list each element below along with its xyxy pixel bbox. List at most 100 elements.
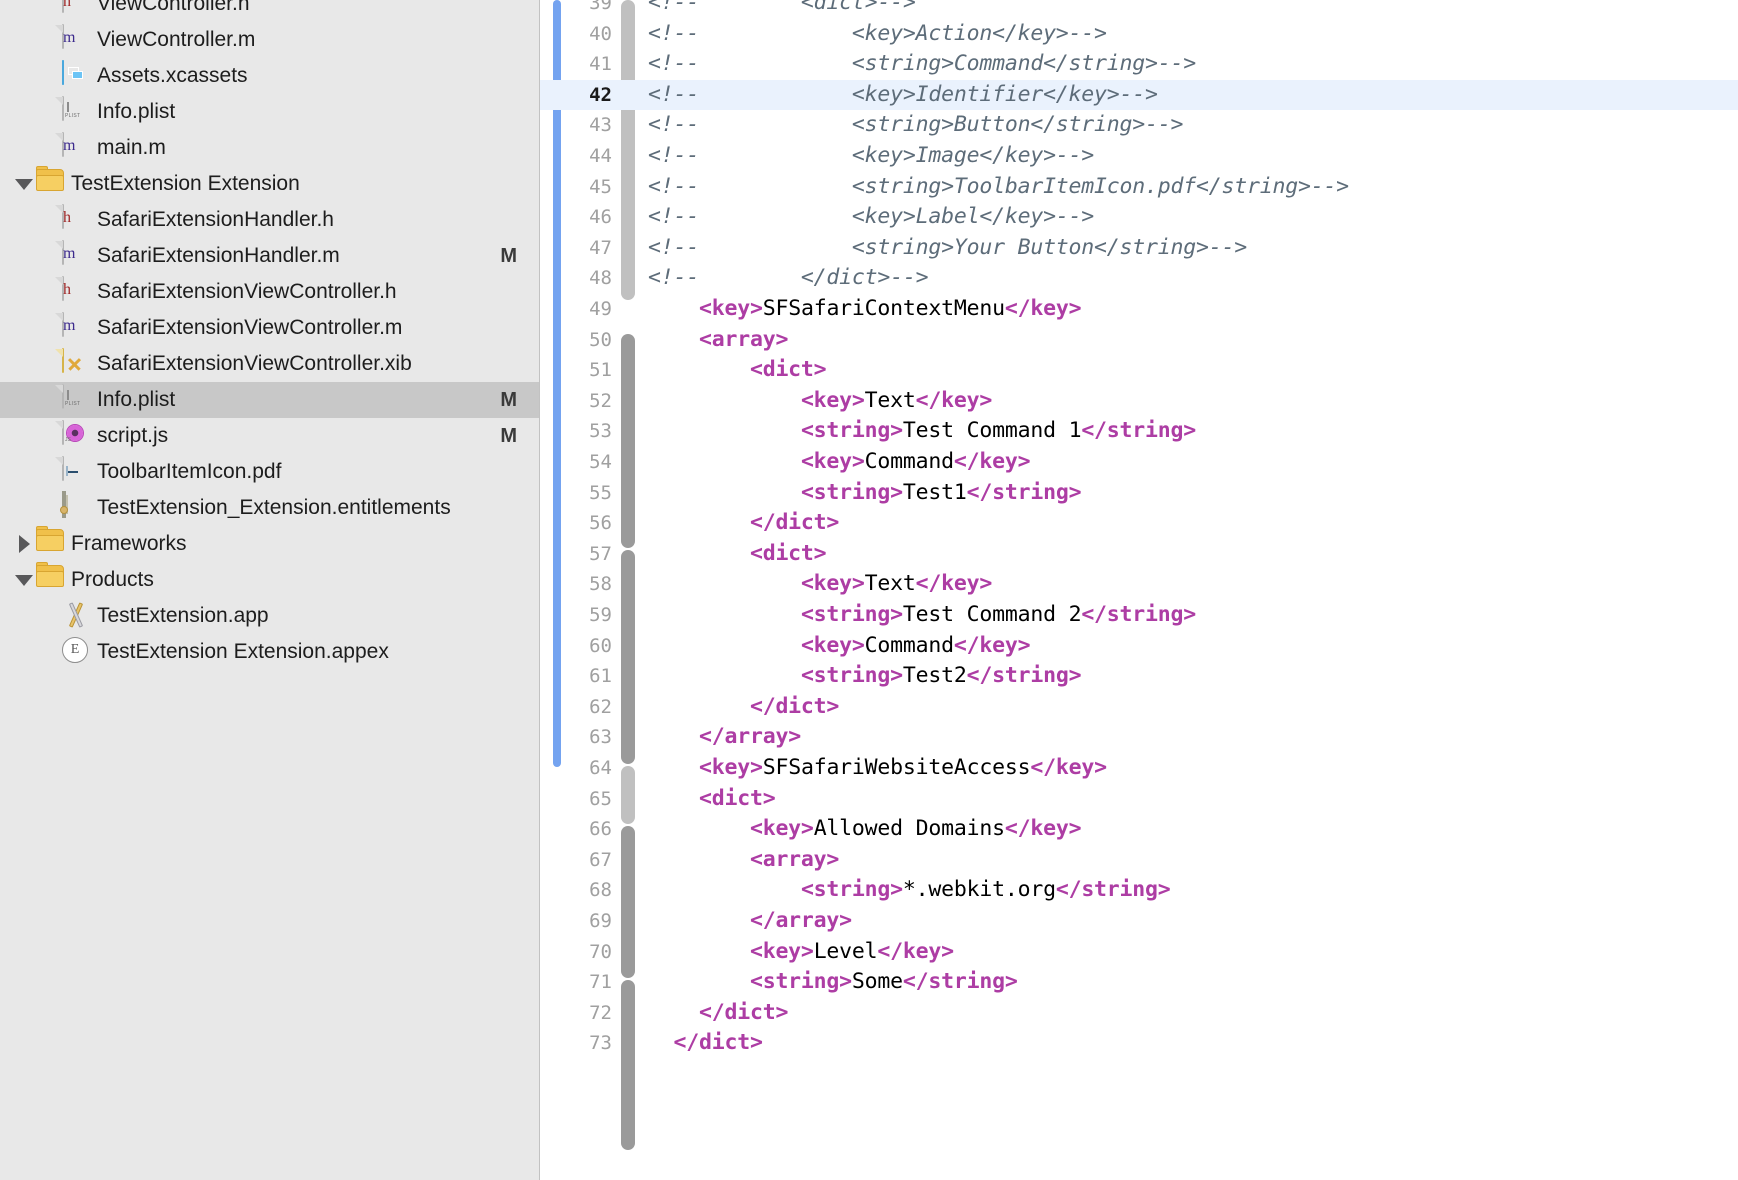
code-line[interactable]: 67 <array> (540, 845, 1738, 876)
disclosure-triangle-closed-icon[interactable] (12, 524, 36, 564)
code-line-text[interactable]: <string>Test Command 1</string> (648, 416, 1738, 447)
code-line-text[interactable]: <string>Test Command 2</string> (648, 600, 1738, 631)
code-line[interactable]: 70 <key>Level</key> (540, 937, 1738, 968)
code-line[interactable]: 68 <string>*.webkit.org</string> (540, 875, 1738, 906)
code-line-text[interactable]: <!-- <key>Label</key>--> (648, 202, 1738, 233)
code-line-text[interactable]: <!-- <string>ToolbarItemIcon.pdf</string… (648, 172, 1738, 203)
code-line-text[interactable]: <key>SFSafariContextMenu</key> (648, 294, 1738, 325)
navigator-item[interactable]: hSafariExtensionViewController.h (0, 274, 539, 310)
code-line[interactable]: 51 <dict> (540, 355, 1738, 386)
code-line[interactable]: 40<!-- <key>Action</key>--> (540, 19, 1738, 50)
code-line-text[interactable]: <key>Allowed Domains</key> (648, 814, 1738, 845)
code-line-text[interactable]: <string>Test2</string> (648, 661, 1738, 692)
code-line[interactable]: 48<!-- </dict>--> (540, 263, 1738, 294)
code-line[interactable]: 62 </dict> (540, 692, 1738, 723)
code-line-text[interactable]: <!-- <key>Image</key>--> (648, 141, 1738, 172)
code-line-text[interactable]: <!-- <string>Button</string>--> (648, 110, 1738, 141)
navigator-item[interactable]: hViewController.h (0, 0, 539, 22)
code-line-text[interactable]: <string>Some</string> (648, 967, 1738, 998)
code-token-txt (648, 908, 750, 933)
code-line[interactable]: 57 <dict> (540, 539, 1738, 570)
code-line-text[interactable]: </dict> (648, 692, 1738, 723)
navigator-item[interactable]: ToolbarItemIcon.pdf (0, 454, 539, 490)
navigator-item[interactable]: TestExtension_Extension.entitlements (0, 490, 539, 526)
code-line[interactable]: 39<!-- <dict>--> (540, 0, 1738, 19)
code-line-text[interactable]: <key>SFSafariWebsiteAccess</key> (648, 753, 1738, 784)
code-line-text[interactable]: </dict> (648, 1028, 1738, 1059)
code-lines[interactable]: 39<!-- <dict>-->40<!-- <key>Action</key>… (540, 0, 1738, 1180)
navigator-item[interactable]: ETestExtension Extension.appex (0, 634, 539, 670)
code-line-text[interactable]: <string>*.webkit.org</string> (648, 875, 1738, 906)
code-line-text[interactable]: </dict> (648, 508, 1738, 539)
navigator-item[interactable]: JSscript.jsM (0, 418, 539, 454)
navigator-item[interactable]: TestExtension.app (0, 598, 539, 634)
navigator-item[interactable]: hSafariExtensionHandler.h (0, 202, 539, 238)
code-line[interactable]: 55 <string>Test1</string> (540, 478, 1738, 509)
navigator-item[interactable]: TestExtension Extension (0, 166, 539, 202)
code-line-text[interactable]: <string>Test1</string> (648, 478, 1738, 509)
code-line-text[interactable]: <dict> (648, 539, 1738, 570)
navigator-item[interactable]: mSafariExtensionHandler.mM (0, 238, 539, 274)
code-line[interactable]: 63 </array> (540, 722, 1738, 753)
code-line-text[interactable]: </array> (648, 906, 1738, 937)
navigator-item[interactable]: mSafariExtensionViewController.m (0, 310, 539, 346)
code-line-text[interactable]: <dict> (648, 355, 1738, 386)
code-token-comment: <!-- <string>Button</string>--> (648, 112, 1183, 137)
code-line[interactable]: 72 </dict> (540, 998, 1738, 1029)
code-line[interactable]: 42<!-- <key>Identifier</key>--> (540, 80, 1738, 111)
header-file-icon: h (62, 0, 64, 13)
code-line-text[interactable]: <array> (648, 845, 1738, 876)
code-line-text[interactable]: <key>Command</key> (648, 447, 1738, 478)
code-line[interactable]: 69 </array> (540, 906, 1738, 937)
code-line[interactable]: 60 <key>Command</key> (540, 631, 1738, 662)
disclosure-triangle-open-icon[interactable] (12, 560, 36, 600)
code-line[interactable]: 71 <string>Some</string> (540, 967, 1738, 998)
code-line-text[interactable]: <array> (648, 325, 1738, 356)
source-editor[interactable]: 39<!-- <dict>-->40<!-- <key>Action</key>… (540, 0, 1738, 1180)
code-line-text[interactable]: <!-- <dict>--> (648, 0, 1738, 19)
code-line-text[interactable]: </dict> (648, 998, 1738, 1029)
code-line[interactable]: 64 <key>SFSafariWebsiteAccess</key> (540, 753, 1738, 784)
code-line[interactable]: 47<!-- <string>Your Button</string>--> (540, 233, 1738, 264)
code-line[interactable]: 66 <key>Allowed Domains</key> (540, 814, 1738, 845)
code-line[interactable]: 43<!-- <string>Button</string>--> (540, 110, 1738, 141)
navigator-item[interactable]: Products (0, 562, 539, 598)
code-line[interactable]: 58 <key>Text</key> (540, 569, 1738, 600)
code-line[interactable]: 61 <string>Test2</string> (540, 661, 1738, 692)
code-line[interactable]: 49 <key>SFSafariContextMenu</key> (540, 294, 1738, 325)
code-line[interactable]: 41<!-- <string>Command</string>--> (540, 49, 1738, 80)
code-line[interactable]: 52 <key>Text</key> (540, 386, 1738, 417)
code-line[interactable]: 45<!-- <string>ToolbarItemIcon.pdf</stri… (540, 172, 1738, 203)
code-line-text[interactable]: <!-- <key>Action</key>--> (648, 19, 1738, 50)
code-line[interactable]: 50 <array> (540, 325, 1738, 356)
project-navigator[interactable]: hViewController.hmViewController.mAssets… (0, 0, 540, 1180)
code-line-text[interactable]: <!-- <key>Identifier</key>--> (648, 80, 1738, 111)
code-line[interactable]: 73 </dict> (540, 1028, 1738, 1059)
navigator-item[interactable]: Assets.xcassets (0, 58, 539, 94)
code-line-text[interactable]: <key>Level</key> (648, 937, 1738, 968)
code-line[interactable]: 59 <string>Test Command 2</string> (540, 600, 1738, 631)
code-line-text[interactable]: <!-- <string>Command</string>--> (648, 49, 1738, 80)
code-line-text[interactable]: <key>Text</key> (648, 569, 1738, 600)
code-line[interactable]: 56 </dict> (540, 508, 1738, 539)
navigator-item[interactable]: SafariExtensionViewController.xib (0, 346, 539, 382)
code-line[interactable]: 44<!-- <key>Image</key>--> (540, 141, 1738, 172)
code-line-text[interactable]: <!-- </dict>--> (648, 263, 1738, 294)
code-line-text[interactable]: <key>Text</key> (648, 386, 1738, 417)
navigator-item[interactable]: mViewController.m (0, 22, 539, 58)
navigator-item[interactable]: PLISTInfo.plist (0, 94, 539, 130)
code-line[interactable]: 46<!-- <key>Label</key>--> (540, 202, 1738, 233)
code-line-text[interactable]: <key>Command</key> (648, 631, 1738, 662)
code-token-txt: Test1 (903, 480, 967, 505)
code-line[interactable]: 65 <dict> (540, 784, 1738, 815)
navigator-item-icon: E (62, 637, 88, 667)
code-line[interactable]: 53 <string>Test Command 1</string> (540, 416, 1738, 447)
code-line-text[interactable]: </array> (648, 722, 1738, 753)
navigator-item[interactable]: mmain.m (0, 130, 539, 166)
disclosure-triangle-open-icon[interactable] (12, 164, 36, 204)
code-line-text[interactable]: <dict> (648, 784, 1738, 815)
code-line[interactable]: 54 <key>Command</key> (540, 447, 1738, 478)
navigator-item[interactable]: Frameworks (0, 526, 539, 562)
code-line-text[interactable]: <!-- <string>Your Button</string>--> (648, 233, 1738, 264)
navigator-item[interactable]: PLISTInfo.plistM (0, 382, 539, 418)
